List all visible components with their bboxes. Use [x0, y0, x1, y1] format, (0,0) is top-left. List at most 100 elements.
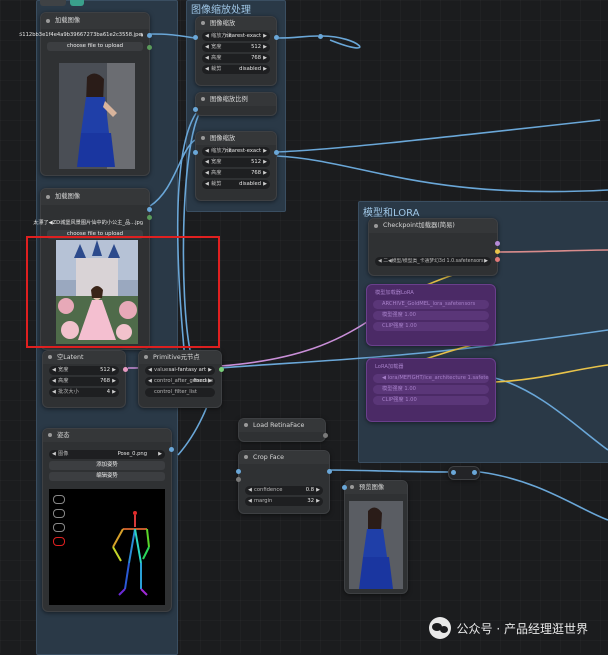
node-checkpoint-loader[interactable]: Checkpoint加载器(简易) ◀ 二◀模型/模型类_卡通梦幻3d 1.0.… [368, 218, 500, 276]
upload-button[interactable]: choose file to upload [47, 42, 143, 51]
width-number[interactable]: ◀ 宽度 512 ▶ [49, 366, 119, 375]
next-arrow-icon[interactable]: ▶ [141, 31, 143, 40]
prev-arrow-icon[interactable]: ◀ [205, 32, 209, 41]
node-preview-image[interactable]: 预览图像 [342, 480, 408, 594]
node-lora-loader-2[interactable]: LoRA加载器 ◀ lora/MEFIGHT/ice_architecture … [366, 358, 496, 422]
input-port-image[interactable] [342, 485, 347, 490]
model-strength-number[interactable]: 模型强度 1.00 [373, 385, 489, 394]
next-arrow-icon[interactable]: ▶ [112, 377, 116, 386]
crop-combo[interactable]: ◀ 裁剪 disabled ▶ [202, 65, 270, 74]
collapse-dot[interactable] [48, 355, 52, 359]
next-arrow-icon[interactable]: ▶ [112, 366, 116, 375]
collapse-dot[interactable] [201, 21, 205, 25]
node-image-scale-ratio[interactable]: 图像缩放比例 [193, 92, 277, 116]
next-arrow-icon[interactable]: ▶ [316, 486, 320, 495]
height-number[interactable]: ◀ 高度 768 ▶ [202, 169, 270, 178]
input-port-image[interactable] [193, 35, 198, 40]
node-image-scale-1[interactable]: 图像缩放 ◀ 缩放方法 nearest-exact ▶ ◀ 宽度 512 ▶ ◀ 高度 768 ▶… [193, 16, 279, 86]
collapse-dot[interactable] [46, 195, 50, 199]
height-number[interactable]: ◀ 高度 768 ▶ [202, 54, 270, 63]
input-port-image[interactable] [193, 107, 198, 112]
prev-arrow-icon[interactable]: ◀ [248, 497, 252, 506]
input-port[interactable] [451, 470, 456, 475]
prev-arrow-icon[interactable]: ◀ [205, 43, 209, 52]
clip-strength-number[interactable]: CLIP强度 1.00 [373, 322, 489, 331]
next-arrow-icon[interactable]: ▶ [484, 257, 488, 266]
scale-method-combo[interactable]: ◀ 缩放方法 nearest-exact ▶ [202, 147, 270, 156]
output-port-model[interactable] [323, 433, 328, 438]
output-port-model[interactable] [495, 241, 500, 246]
add-pose-button[interactable]: 添加姿势 [49, 461, 165, 470]
output-port-image[interactable] [169, 447, 174, 452]
output-port-latent[interactable] [123, 367, 128, 372]
prev-arrow-icon[interactable]: ◀ [148, 366, 152, 375]
prev-arrow-icon[interactable]: ◀ [52, 377, 56, 386]
image-select-widget[interactable]: 5112bb3e1f4e4a9b39667273ba61e2c3558.jpeg… [19, 31, 143, 40]
lora-name-combo[interactable]: ARCHIVE_GoldMEL_lora_safetensors [373, 300, 489, 309]
pose-tool-icon-2[interactable] [53, 509, 65, 518]
lora-name-combo[interactable]: ◀ lora/MEFIGHT/ice_architecture 1.safete… [373, 374, 489, 383]
next-arrow-icon[interactable]: ▶ [263, 147, 267, 156]
clip-strength-number[interactable]: CLIP强度 1.00 [373, 396, 489, 405]
next-arrow-icon[interactable]: ▶ [112, 388, 116, 397]
prev-arrow-icon[interactable]: ◀ [248, 486, 252, 495]
output-port-mask[interactable] [147, 215, 152, 220]
reroute-node-right[interactable] [448, 466, 480, 480]
input-port-image[interactable] [193, 150, 198, 155]
output-port-image[interactable] [274, 150, 279, 155]
batch-size-number[interactable]: ◀ 批次大小 4 ▶ [49, 388, 119, 397]
top-tab-accent[interactable] [70, 0, 84, 6]
collapse-dot[interactable] [350, 485, 354, 489]
node-load-image-1[interactable]: 加载图像 5112bb3e1f4e4a9b39667273ba61e2c3558… [19, 12, 152, 176]
output-port-connect[interactable] [219, 367, 224, 372]
node-lora-loader-1[interactable]: 模型加载器LoRA ARCHIVE_GoldMEL_lora_safetenso… [366, 284, 496, 346]
next-arrow-icon[interactable]: ▶ [263, 65, 267, 74]
collapse-dot[interactable] [201, 136, 205, 140]
prev-arrow-icon[interactable]: ◀ [205, 180, 209, 189]
node-image-scale-2[interactable]: 图像缩放 ◀ 缩放方法 nearest-exact ▶ ◀ 宽度 512 ▶ ◀ 高度 768 ▶… [193, 131, 279, 201]
height-number[interactable]: ◀ 高度 768 ▶ [49, 377, 119, 386]
next-arrow-icon[interactable]: ▶ [208, 366, 212, 375]
pose-image-combo[interactable]: ◀ 图像 Pose_0.png ▶ [49, 450, 165, 459]
model-name-combo[interactable]: ◀ 二◀模型/模型类_卡通梦幻3d 1.0.safetensors ▶ [375, 257, 491, 266]
output-port-clip[interactable] [495, 249, 500, 254]
next-arrow-icon[interactable]: ▶ [263, 32, 267, 41]
next-arrow-icon[interactable]: ▶ [263, 169, 267, 178]
output-port-vae[interactable] [495, 257, 500, 262]
collapse-dot[interactable] [201, 97, 205, 101]
input-port-model[interactable] [236, 477, 241, 482]
next-arrow-icon[interactable]: ▶ [263, 54, 267, 63]
next-arrow-icon[interactable]: ▶ [158, 450, 162, 459]
pose-tool-icon-1[interactable] [53, 495, 65, 504]
pose-tool-icon-4[interactable] [53, 537, 65, 546]
pose-tool-icon-3[interactable] [53, 523, 65, 532]
pose-canvas[interactable] [49, 489, 165, 605]
next-arrow-icon[interactable]: ▶ [263, 158, 267, 167]
control-after-generate-combo[interactable]: ◀ control_after_generate fixed ▶ [145, 377, 215, 386]
prev-arrow-icon[interactable]: ◀ [205, 169, 209, 178]
next-arrow-icon[interactable]: ▶ [263, 180, 267, 189]
collapse-dot[interactable] [244, 455, 248, 459]
output-port-image[interactable] [327, 469, 332, 474]
collapse-dot[interactable] [244, 423, 248, 427]
node-load-retinaface[interactable]: Load RetinaFace [238, 418, 328, 442]
next-arrow-icon[interactable]: ▶ [316, 497, 320, 506]
output-port-image[interactable] [274, 35, 279, 40]
prev-arrow-icon[interactable]: ◀ [205, 147, 209, 156]
width-number[interactable]: ◀ 宽度 512 ▶ [202, 43, 270, 52]
collapse-dot[interactable] [374, 224, 378, 228]
output-port-image[interactable] [147, 207, 152, 212]
control-filter-list-input[interactable]: control_filter_list [145, 388, 215, 397]
reroute-dot[interactable] [318, 34, 323, 39]
node-primitive[interactable]: Primitive元节点 ◀ value sai-fantasy art ▶ ◀ con… [138, 350, 224, 408]
output-port[interactable] [472, 470, 477, 475]
next-arrow-icon[interactable]: ▶ [208, 377, 212, 386]
input-port-image[interactable] [236, 469, 241, 474]
node-openpose-editor[interactable]: 姿态 ◀ 图像 Pose_0.png ▶ 添加姿势 编辑姿势 [42, 428, 174, 612]
prev-arrow-icon[interactable]: ◀ [52, 366, 56, 375]
margin-number[interactable]: ◀ margin 32 ▶ [245, 497, 323, 506]
model-strength-number[interactable]: 模型强度 1.00 [373, 311, 489, 320]
width-number[interactable]: ◀ 宽度 512 ▶ [202, 158, 270, 167]
prev-arrow-icon[interactable]: ◀ [52, 450, 56, 459]
scale-method-combo[interactable]: ◀ 缩放方法 nearest-exact ▶ [202, 32, 270, 41]
